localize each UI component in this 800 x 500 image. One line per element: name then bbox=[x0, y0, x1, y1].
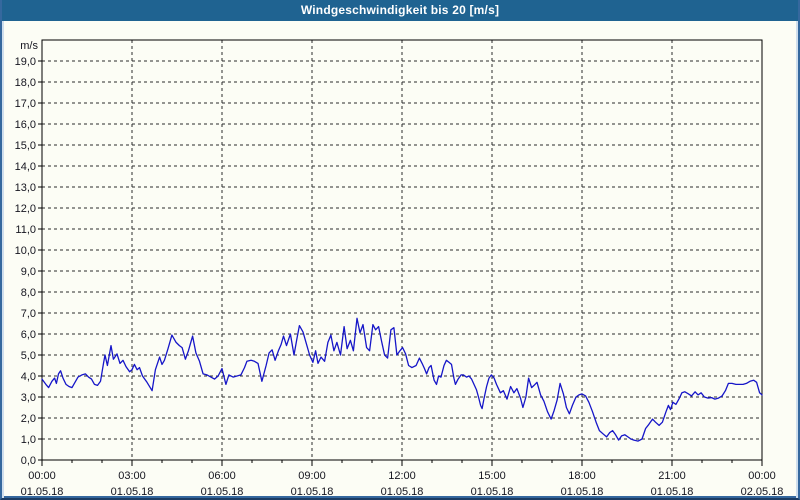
x-tick-time-label: 09:00 bbox=[298, 470, 326, 482]
y-tick-label: 7,0 bbox=[21, 308, 36, 320]
y-tick-label: 10,0 bbox=[15, 245, 36, 257]
y-tick-label: 13,0 bbox=[15, 182, 36, 194]
x-tick-date-label: 01.05.18 bbox=[471, 486, 514, 498]
wind-speed-chart: 0,0 1,0 2,0 3,0 4,0 5,0 6,0 7,0 8,0 9,0 10,0 11,0 12… bbox=[15, 39, 784, 498]
y-tick-label: 2,0 bbox=[21, 413, 36, 425]
y-tick-label: 18,0 bbox=[15, 77, 36, 89]
chart-title-bar: Windgeschwindigkeit bis 20 [m/s] bbox=[2, 0, 798, 21]
x-tick-time-label: 12:00 bbox=[388, 470, 416, 482]
x-tick-time-label: 00:00 bbox=[28, 470, 56, 482]
y-axis-labels: 0,0 1,0 2,0 3,0 4,0 5,0 6,0 7,0 8,0 9,0 10,0 11,0 12… bbox=[15, 40, 42, 467]
y-tick-label: 0,0 bbox=[21, 455, 36, 467]
y-tick-label: 4,0 bbox=[21, 371, 36, 383]
y-tick-label: 3,0 bbox=[21, 392, 36, 404]
y-tick-label: 8,0 bbox=[21, 287, 36, 299]
x-tick-date-label: 01.05.18 bbox=[21, 486, 64, 498]
y-tick-label: 6,0 bbox=[21, 329, 36, 341]
chart-window: Windgeschwindigkeit bis 20 [m/s] 0,0 1,0 2… bbox=[0, 0, 800, 500]
y-tick-label: 16,0 bbox=[15, 119, 36, 131]
x-tick-date-label: 01.05.18 bbox=[381, 486, 424, 498]
x-tick-time-label: 00:00 bbox=[748, 470, 776, 482]
x-tick-date-label: 01.05.18 bbox=[111, 486, 154, 498]
y-axis-unit-label: m/s bbox=[20, 40, 38, 52]
y-tick-label: 17,0 bbox=[15, 98, 36, 110]
y-tick-label: 15,0 bbox=[15, 140, 36, 152]
y-tick-label: 5,0 bbox=[21, 350, 36, 362]
x-tick-time-label: 21:00 bbox=[658, 470, 686, 482]
x-tick-time-label: 18:00 bbox=[568, 470, 596, 482]
x-axis-labels: 00:00 01.05.18 03:00 01.05.18 06:00 01.05.18 0… bbox=[21, 470, 784, 498]
x-tick-date-label: 01.05.18 bbox=[651, 486, 694, 498]
x-tick-date-label: 01.05.18 bbox=[561, 486, 604, 498]
x-axis-ticks bbox=[41, 460, 763, 466]
chart-title: Windgeschwindigkeit bis 20 [m/s] bbox=[300, 3, 500, 17]
x-tick-date-label: 02.05.18 bbox=[741, 486, 784, 498]
y-tick-label: 11,0 bbox=[15, 224, 36, 236]
x-tick-time-label: 06:00 bbox=[208, 470, 236, 482]
y-tick-label: 1,0 bbox=[21, 434, 36, 446]
x-tick-date-label: 01.05.18 bbox=[291, 486, 334, 498]
x-tick-time-label: 03:00 bbox=[118, 470, 146, 482]
y-tick-label: 19,0 bbox=[15, 56, 36, 68]
y-tick-label: 9,0 bbox=[21, 266, 36, 278]
y-tick-label: 12,0 bbox=[15, 203, 36, 215]
y-tick-label: 14,0 bbox=[15, 161, 36, 173]
x-tick-date-label: 01.05.18 bbox=[201, 486, 244, 498]
x-tick-time-label: 15:00 bbox=[478, 470, 506, 482]
